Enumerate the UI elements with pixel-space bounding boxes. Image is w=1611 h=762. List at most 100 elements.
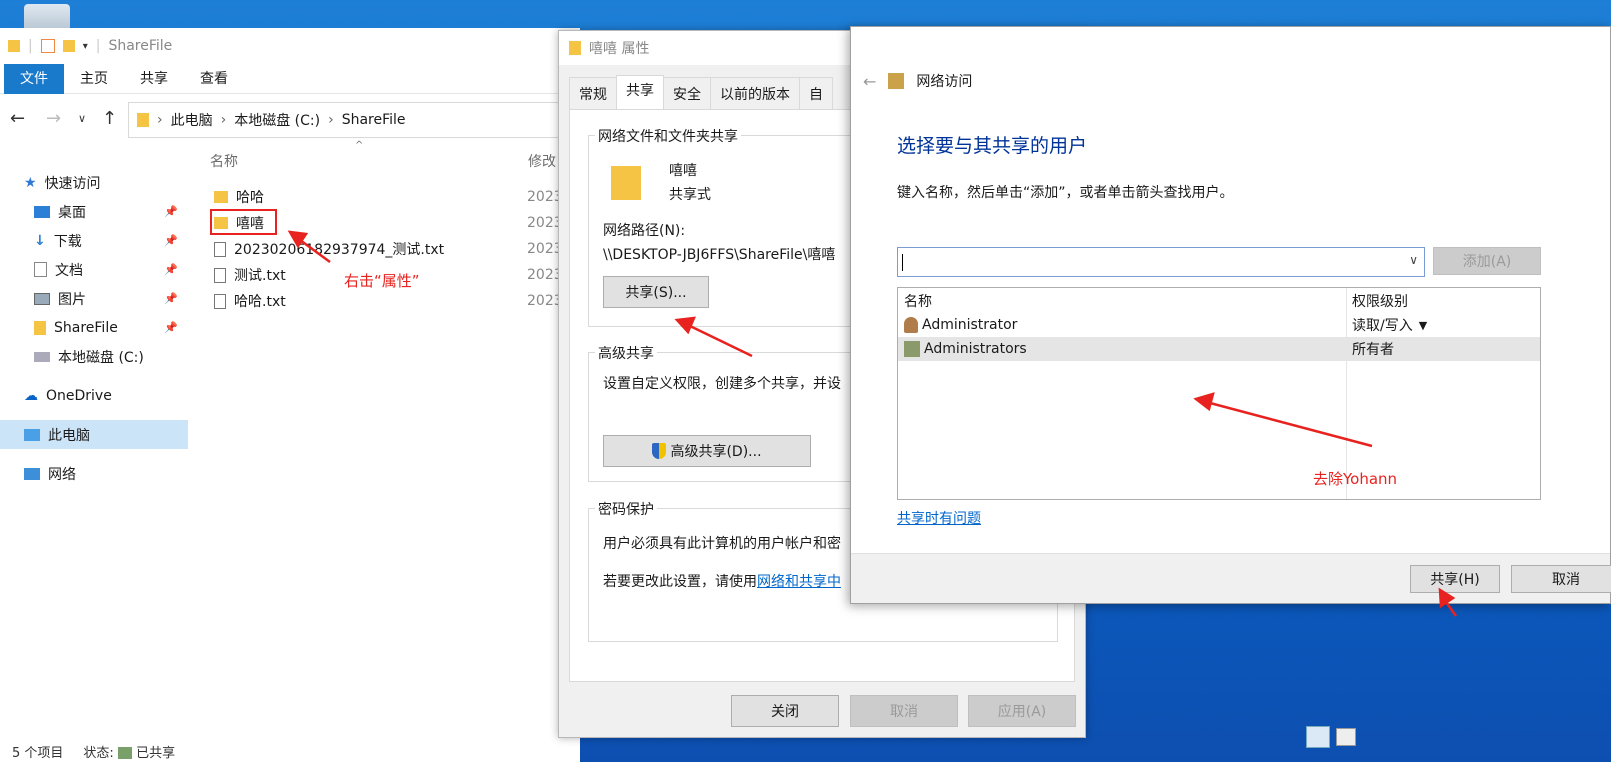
nav-local-disk[interactable]: 本地磁盘 (C:) [0, 342, 188, 371]
caret-down-icon: ▼ [1418, 318, 1428, 332]
address-bar[interactable]: › 此电脑 › 本地磁盘 (C:) › ShareFile [128, 102, 588, 138]
share-confirm-button[interactable]: 共享(H) [1410, 565, 1500, 593]
recent-locations-icon[interactable]: ∨ [78, 112, 86, 125]
nav-this-pc[interactable]: 此电脑 [0, 420, 188, 449]
star-icon: ★ [24, 174, 37, 191]
up-arrow-icon[interactable]: ↑ [102, 108, 117, 129]
sharing-trouble-link[interactable]: 共享时有问题 [897, 508, 981, 528]
tab-home[interactable]: 主页 [64, 64, 124, 94]
nav-desktop[interactable]: 桌面 📌 [0, 197, 188, 226]
file-explorer-window: | ▾ | ShareFile 文件 主页 共享 查看 ← → ∨ ↑ › 此电… [0, 28, 588, 762]
highlight-box [210, 209, 277, 235]
chevron-down-icon[interactable]: ∨ [1409, 253, 1418, 267]
cancel-button[interactable]: 取消 [850, 695, 958, 727]
network-access-dialog: ← 网络访问 选择要与其共享的用户 键入名称，然后单击“添加”，或者单击箭头查找… [850, 26, 1611, 604]
window-title: ShareFile [108, 38, 173, 54]
users-table: 名称 权限级别 Administrator 读取/写入 ▼ Administrat… [897, 287, 1541, 500]
tab-sharing[interactable]: 共享 [616, 75, 664, 110]
breadcrumb-drive-c[interactable]: 本地磁盘 (C:) [234, 110, 320, 130]
shield-icon [652, 443, 667, 459]
desktop-icon [34, 205, 50, 218]
computer-icon [24, 428, 40, 441]
close-button[interactable]: 关闭 [731, 695, 839, 727]
tab-general[interactable]: 常规 [569, 77, 617, 110]
back-arrow-icon[interactable]: ← [10, 108, 25, 129]
add-button[interactable]: 添加(A) [1433, 247, 1541, 275]
breadcrumb-sharefile[interactable]: ShareFile [342, 112, 406, 128]
navigation-pane: ★ 快速访问 桌面 📌 ↓ 下载 📌 文档 📌 图片 📌 ShareFile 📌 本地磁盘… [0, 168, 188, 488]
list-item[interactable]: 哈哈 2023 [200, 184, 580, 210]
permission-dropdown[interactable]: 读取/写入 ▼ [1346, 315, 1427, 335]
tab-security[interactable]: 安全 [663, 77, 711, 110]
column-headers: 名称 ^ 修改 [200, 140, 580, 176]
folder-icon [569, 41, 581, 55]
text-file-icon [214, 241, 226, 257]
cloud-icon: ☁ [24, 387, 38, 404]
cancel-button[interactable]: 取消 [1511, 565, 1611, 593]
tab-file[interactable]: 文件 [4, 64, 64, 94]
apply-button[interactable]: 应用(A) [968, 695, 1076, 727]
list-item[interactable]: 20230206182937974_测试.txt 2023 [200, 236, 580, 262]
pin-icon: 📌 [164, 292, 178, 305]
details-view-icon[interactable] [1306, 726, 1330, 748]
text-file-icon [214, 293, 226, 309]
text-file-icon [214, 267, 226, 283]
documents-icon [34, 262, 47, 277]
list-item[interactable]: 哈哈.txt 2023 [200, 288, 580, 314]
status-bar: 5 个项目 状态: 已共享 [0, 740, 580, 762]
property-tabs: 常规 共享 安全 以前的版本 自 [569, 75, 833, 110]
pictures-icon [34, 292, 50, 305]
tab-customize[interactable]: 自 [799, 77, 833, 110]
network-sharing-center-link[interactable]: 网络和共享中 [757, 574, 841, 590]
breadcrumb-this-pc[interactable]: 此电脑 [171, 110, 213, 130]
ribbon-tabs: 文件 主页 共享 查看 [0, 64, 580, 94]
dialog-footer: 共享(H) 取消 [851, 553, 1611, 603]
item-count: 5 个项目 [12, 745, 64, 761]
network-icon [24, 467, 40, 480]
large-icons-view-icon[interactable] [1336, 728, 1356, 746]
nav-sharefile[interactable]: ShareFile 📌 [0, 313, 188, 342]
nav-downloads[interactable]: ↓ 下载 📌 [0, 226, 188, 255]
table-row[interactable]: Administrator 读取/写入 ▼ [898, 313, 1540, 337]
advanced-sharing-button[interactable]: 高级共享(D)... [603, 435, 811, 467]
properties-quick-icon[interactable] [40, 39, 55, 53]
nav-pictures[interactable]: 图片 📌 [0, 284, 188, 313]
recycle-bin-icon[interactable] [24, 4, 70, 30]
tab-share[interactable]: 共享 [124, 64, 184, 94]
arrow-to-share-confirm [1444, 601, 1458, 617]
tab-previous-versions[interactable]: 以前的版本 [710, 77, 800, 110]
new-folder-quick-icon[interactable] [62, 40, 75, 52]
list-item[interactable]: 嘻嘻 2023 [200, 209, 580, 236]
network-path: \\DESKTOP-JBJ6FFS\ShareFile\嘻嘻 [603, 247, 836, 263]
column-name[interactable]: 名称 [200, 151, 238, 171]
nav-onedrive[interactable]: ☁ OneDrive [0, 381, 188, 410]
share-button[interactable]: 共享(S)... [603, 276, 709, 308]
user-name-combobox[interactable]: ∨ [897, 247, 1425, 277]
nav-quick-access[interactable]: ★ 快速访问 [0, 168, 188, 197]
pin-icon: 📌 [164, 263, 178, 276]
forward-arrow-icon[interactable]: → [46, 108, 61, 129]
pin-icon: 📌 [164, 321, 178, 334]
column-modified[interactable]: 修改 [528, 151, 556, 171]
title-bar: | ▾ | ShareFile [0, 28, 580, 64]
back-arrow-icon[interactable]: ← [863, 72, 876, 91]
annotation-remove: 去除Yohann [1313, 470, 1398, 488]
pin-icon: 📌 [164, 234, 178, 247]
table-header: 名称 权限级别 [904, 293, 1408, 310]
tab-view[interactable]: 查看 [184, 64, 244, 94]
folder-icon [214, 191, 228, 203]
folder-icon [611, 166, 641, 200]
download-icon: ↓ [34, 232, 46, 249]
nav-network[interactable]: 网络 [0, 459, 188, 488]
address-row: ← → ∨ ↑ › 此电脑 › 本地磁盘 (C:) › ShareFile [0, 98, 588, 142]
drive-icon [34, 351, 50, 362]
page-title: 选择要与其共享的用户 [897, 135, 1088, 157]
nav-documents[interactable]: 文档 📌 [0, 255, 188, 284]
share-state: 状态: 已共享 [83, 745, 176, 761]
group-users-icon [904, 341, 920, 357]
table-row[interactable]: Administrators 所有者 [898, 337, 1540, 361]
customize-quick-access-icon[interactable]: ▾ [83, 41, 88, 52]
network-users-icon [888, 73, 905, 89]
folder-icon [137, 113, 149, 127]
annotation-right-click: 右击“属性” [344, 272, 420, 290]
